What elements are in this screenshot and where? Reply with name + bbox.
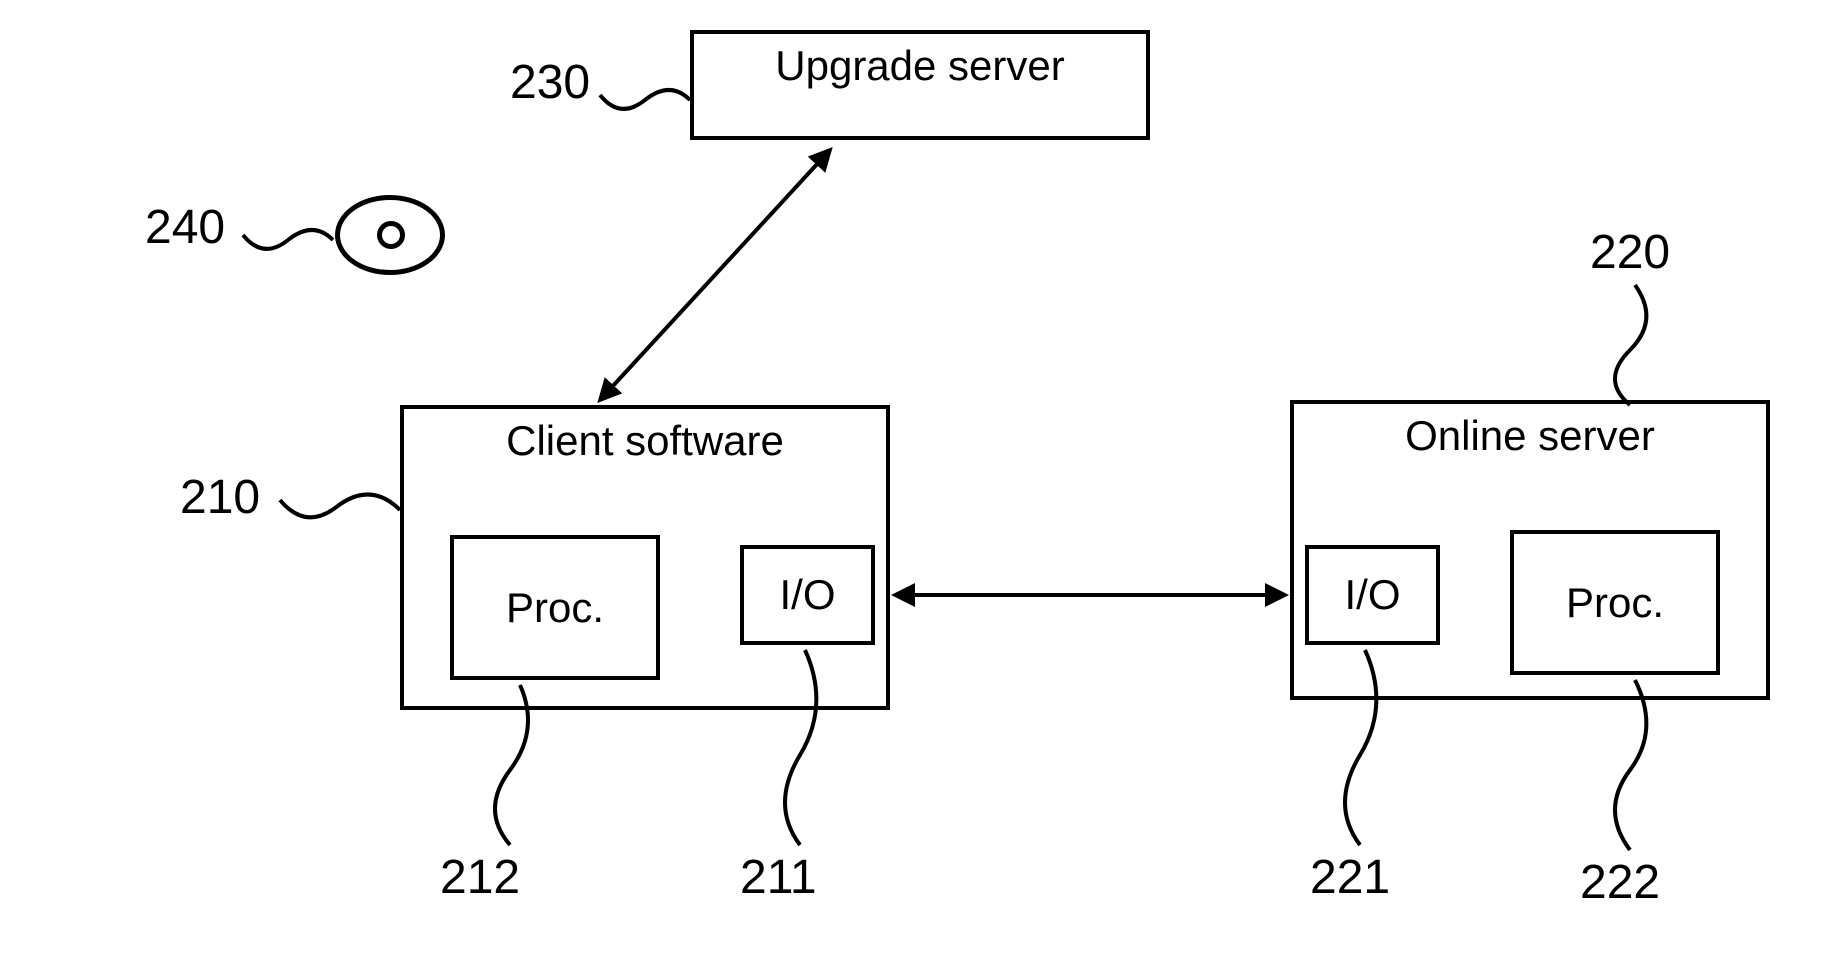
online-server-title: Online server xyxy=(1405,412,1655,460)
ref-label-222: 222 xyxy=(1580,855,1660,910)
ref-label-230: 230 xyxy=(510,55,590,110)
ref-label-221: 221 xyxy=(1310,850,1390,905)
ref-label-211: 211 xyxy=(740,850,817,905)
ref-label-240: 240 xyxy=(145,200,225,255)
disc-icon-inner xyxy=(377,221,405,249)
ref-connector-222 xyxy=(1590,675,1670,855)
online-proc-label: Proc. xyxy=(1566,579,1664,627)
client-software-title: Client software xyxy=(506,417,784,465)
client-proc-label: Proc. xyxy=(506,584,604,632)
client-io-box: I/O xyxy=(740,545,875,645)
online-io-box: I/O xyxy=(1305,545,1440,645)
ref-label-210: 210 xyxy=(180,470,260,525)
client-proc-box: Proc. xyxy=(450,535,660,680)
client-io-label: I/O xyxy=(779,571,835,619)
ref-connector-240 xyxy=(238,215,338,265)
ref-connector-230 xyxy=(595,75,695,125)
ref-connector-220 xyxy=(1595,280,1675,410)
system-diagram: Upgrade server 230 240 Client software 2… xyxy=(0,0,1826,977)
online-proc-box: Proc. xyxy=(1510,530,1720,675)
ref-label-212: 212 xyxy=(440,850,520,905)
upgrade-server-box: Upgrade server xyxy=(690,30,1150,140)
upgrade-server-title: Upgrade server xyxy=(775,42,1064,90)
ref-connector-210 xyxy=(275,480,405,540)
arrow-client-online xyxy=(880,570,1300,620)
online-io-label: I/O xyxy=(1344,571,1400,619)
ref-label-220: 220 xyxy=(1590,225,1670,280)
arrow-upgrade-client xyxy=(570,130,850,420)
